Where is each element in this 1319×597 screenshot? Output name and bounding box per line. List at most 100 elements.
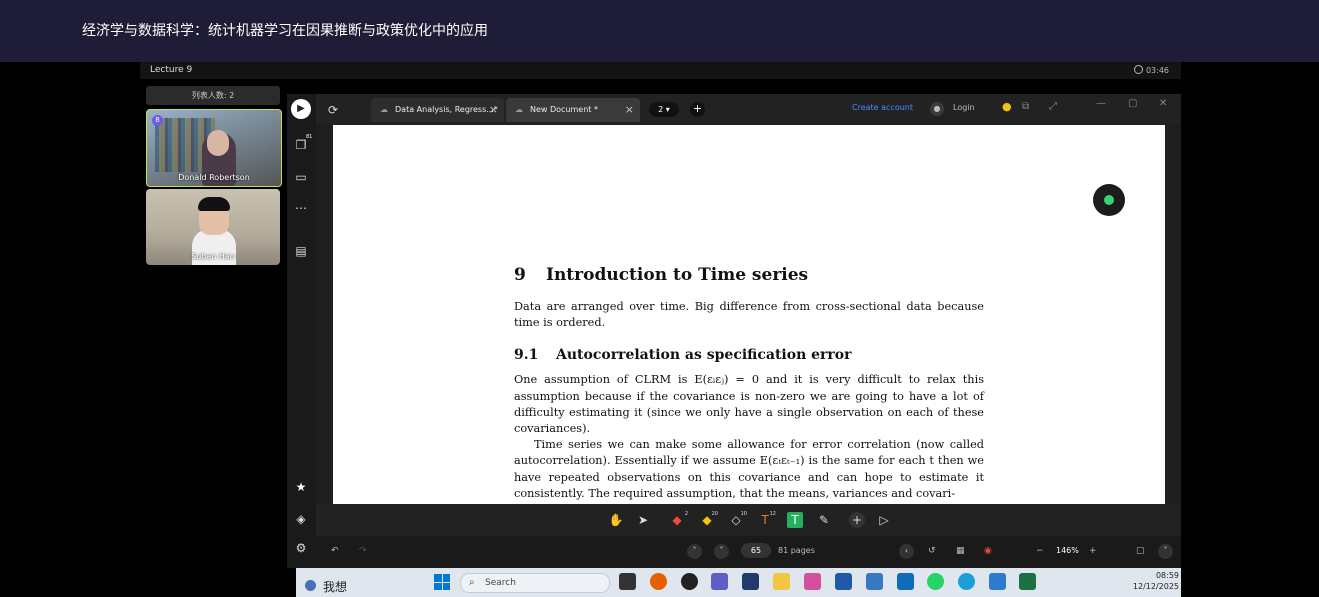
text-tool-icon[interactable]: T 12 [757, 511, 776, 528]
zoom-out-icon[interactable]: − [1036, 544, 1044, 558]
page-down-icon[interactable]: ˅ [714, 544, 729, 559]
participant-hair [198, 197, 230, 211]
pdf-app-window: ▶ ❐ 81 ▭ ⋯ ▤ ★ ◈ ⚙ ⟳ ☁ Data Analysis, Re… [287, 94, 1181, 568]
section-title: Introduction to Time series [546, 265, 809, 285]
marker-icon[interactable]: ◆ 20 [699, 511, 718, 528]
clock-time: 08:59 [1155, 571, 1179, 580]
file-explorer-icon[interactable] [773, 573, 790, 590]
text-badge: 12 [769, 511, 776, 517]
taskbar-widget[interactable]: 我想 [296, 568, 456, 597]
login-link[interactable]: Login [953, 103, 975, 112]
grid-view-icon[interactable]: ▦ [956, 544, 965, 558]
create-account-link[interactable]: Create account [852, 103, 913, 112]
minimize-icon[interactable]: — [1096, 98, 1106, 109]
expand-icon[interactable]: ⤢ [1049, 101, 1057, 112]
fit-page-icon[interactable]: ▢ [1136, 544, 1145, 558]
excel-icon[interactable] [1019, 573, 1036, 590]
firefox-icon[interactable] [650, 573, 667, 590]
settings-gear-icon[interactable]: ⚙ [294, 541, 308, 555]
lecture-bar: Lecture 9 03:46 [140, 62, 1181, 79]
paragraph: Time series we can make some allowance f… [514, 438, 984, 500]
highlighter-icon[interactable]: ◆ 2 [669, 511, 688, 528]
subsection-title: Autocorrelation as specification error [556, 347, 852, 364]
rotate-icon[interactable]: ↺ [928, 544, 936, 558]
lightbulb-icon[interactable]: ● [1002, 100, 1012, 113]
paragraph: One assumption of CLRM is E(εᵢεⱼ) = 0 an… [514, 373, 984, 436]
undo-icon[interactable]: ↶ [331, 544, 339, 558]
tab-bar: ⟳ ☁ Data Analysis, Regress...* × ☁ New D… [316, 94, 1181, 124]
whatsapp-icon[interactable] [927, 573, 944, 590]
eraser-icon[interactable]: ◇ 10 [728, 511, 747, 528]
add-tab-button[interactable]: + [690, 102, 705, 117]
app-logo-icon[interactable]: ▶ [291, 99, 311, 119]
pdf-app-icon[interactable] [742, 573, 759, 590]
tab-document-1[interactable]: ☁ Data Analysis, Regress...* × [371, 98, 504, 122]
signature-icon[interactable]: ✎ [816, 512, 832, 528]
zoom-level[interactable]: 146% [1056, 544, 1079, 558]
add-tool-icon[interactable]: + [849, 512, 865, 528]
navigation-bar: ↶ ↷ ˄ ˅ 65 81 pages ‹ ↺ ▦ ◉ − 146% + ▢ ˅ [316, 536, 1181, 568]
cloud-sync-icon[interactable]: ⟳ [326, 103, 340, 117]
network-icon[interactable] [866, 573, 883, 590]
textbox-icon[interactable]: T [787, 512, 803, 528]
page-number-input[interactable]: 65 [741, 543, 771, 558]
layers-icon[interactable]: ◈ [294, 512, 308, 526]
vscode-icon[interactable] [989, 573, 1006, 590]
clock-icon [1133, 65, 1143, 74]
tab-count-dropdown[interactable]: 2 ▾ [649, 102, 679, 117]
widget-label: 我想 [323, 580, 348, 594]
cloud-icon: ☁ [380, 105, 388, 114]
share-icon[interactable]: ⧉ [1022, 101, 1029, 112]
user-icon[interactable]: ● [930, 102, 944, 116]
annotation-toolbar: ✋ ➤ ◆ 2 ◆ 20 ◇ 10 T 12 T ✎ + ▷ [316, 504, 1181, 536]
select-tool-icon[interactable]: ➤ [635, 512, 651, 528]
user-badge-icon: 8 [152, 115, 163, 126]
documents-badge: 81 [306, 134, 313, 140]
system-clock[interactable]: 08:59 12/12/2025 [1133, 570, 1179, 592]
course-title: 经济学与数据科学：统计机器学习在因果推断与政策优化中的应用 [82, 23, 488, 39]
zoom-in-icon[interactable]: + [1089, 544, 1097, 558]
participant-name: Suban Han [191, 252, 235, 261]
chatgpt-icon[interactable] [681, 573, 698, 590]
hand-tool-icon[interactable]: ✋ [608, 512, 624, 528]
close-window-icon[interactable]: ✕ [1159, 98, 1167, 109]
participant-tile[interactable]: 8 Donald Robertson [146, 109, 282, 187]
close-tab-icon[interactable]: × [489, 98, 498, 122]
assistant-fab[interactable] [1093, 184, 1125, 216]
tab-count: 2 [658, 105, 664, 114]
clock-date: 12/12/2025 [1132, 582, 1179, 591]
participant-name: Donald Robertson [178, 173, 250, 182]
search-label: Search [485, 578, 516, 588]
play-icon[interactable]: ▷ [876, 512, 892, 528]
participant-count[interactable]: 列表人数: 2 [146, 86, 280, 105]
page-up-icon[interactable]: ˄ [687, 544, 702, 559]
star-icon[interactable]: ★ [294, 480, 308, 494]
taskview-icon[interactable] [619, 573, 636, 590]
windows-start-icon[interactable] [434, 574, 450, 590]
outlook-icon[interactable] [897, 573, 914, 590]
copilot-icon[interactable] [804, 573, 821, 590]
edge-icon[interactable] [958, 573, 975, 590]
assistant-icon [1104, 195, 1114, 205]
maximize-icon[interactable]: ▢ [1128, 98, 1137, 109]
section-number: 9 [514, 265, 526, 285]
prev-icon[interactable]: ‹ [899, 544, 914, 559]
more-icon[interactable]: ⋯ [294, 201, 308, 215]
tab-document-2[interactable]: ☁ New Document * × [506, 98, 640, 122]
book-icon[interactable]: ▭ [294, 170, 308, 184]
close-tab-icon[interactable]: × [625, 98, 634, 122]
lecture-name: Lecture 9 [150, 65, 193, 75]
store-icon[interactable] [835, 573, 852, 590]
clipboard-icon[interactable]: ▤ [294, 244, 308, 258]
teams-icon[interactable] [711, 573, 728, 590]
subsection-number: 9.1 [514, 347, 539, 364]
cloud-icon: ☁ [515, 105, 523, 114]
taskbar-search[interactable]: ⌕ Search [460, 573, 610, 593]
pdf-page[interactable]: 9 Introduction to Time series Data are ar… [333, 125, 1165, 504]
more-options-icon[interactable]: ˅ [1158, 544, 1173, 559]
participant-face [207, 130, 229, 156]
record-icon[interactable]: ◉ [984, 544, 992, 558]
redo-icon[interactable]: ↷ [359, 544, 367, 558]
documents-icon[interactable]: ❐ [294, 138, 308, 152]
participant-tile[interactable]: Suban Han [146, 189, 280, 265]
